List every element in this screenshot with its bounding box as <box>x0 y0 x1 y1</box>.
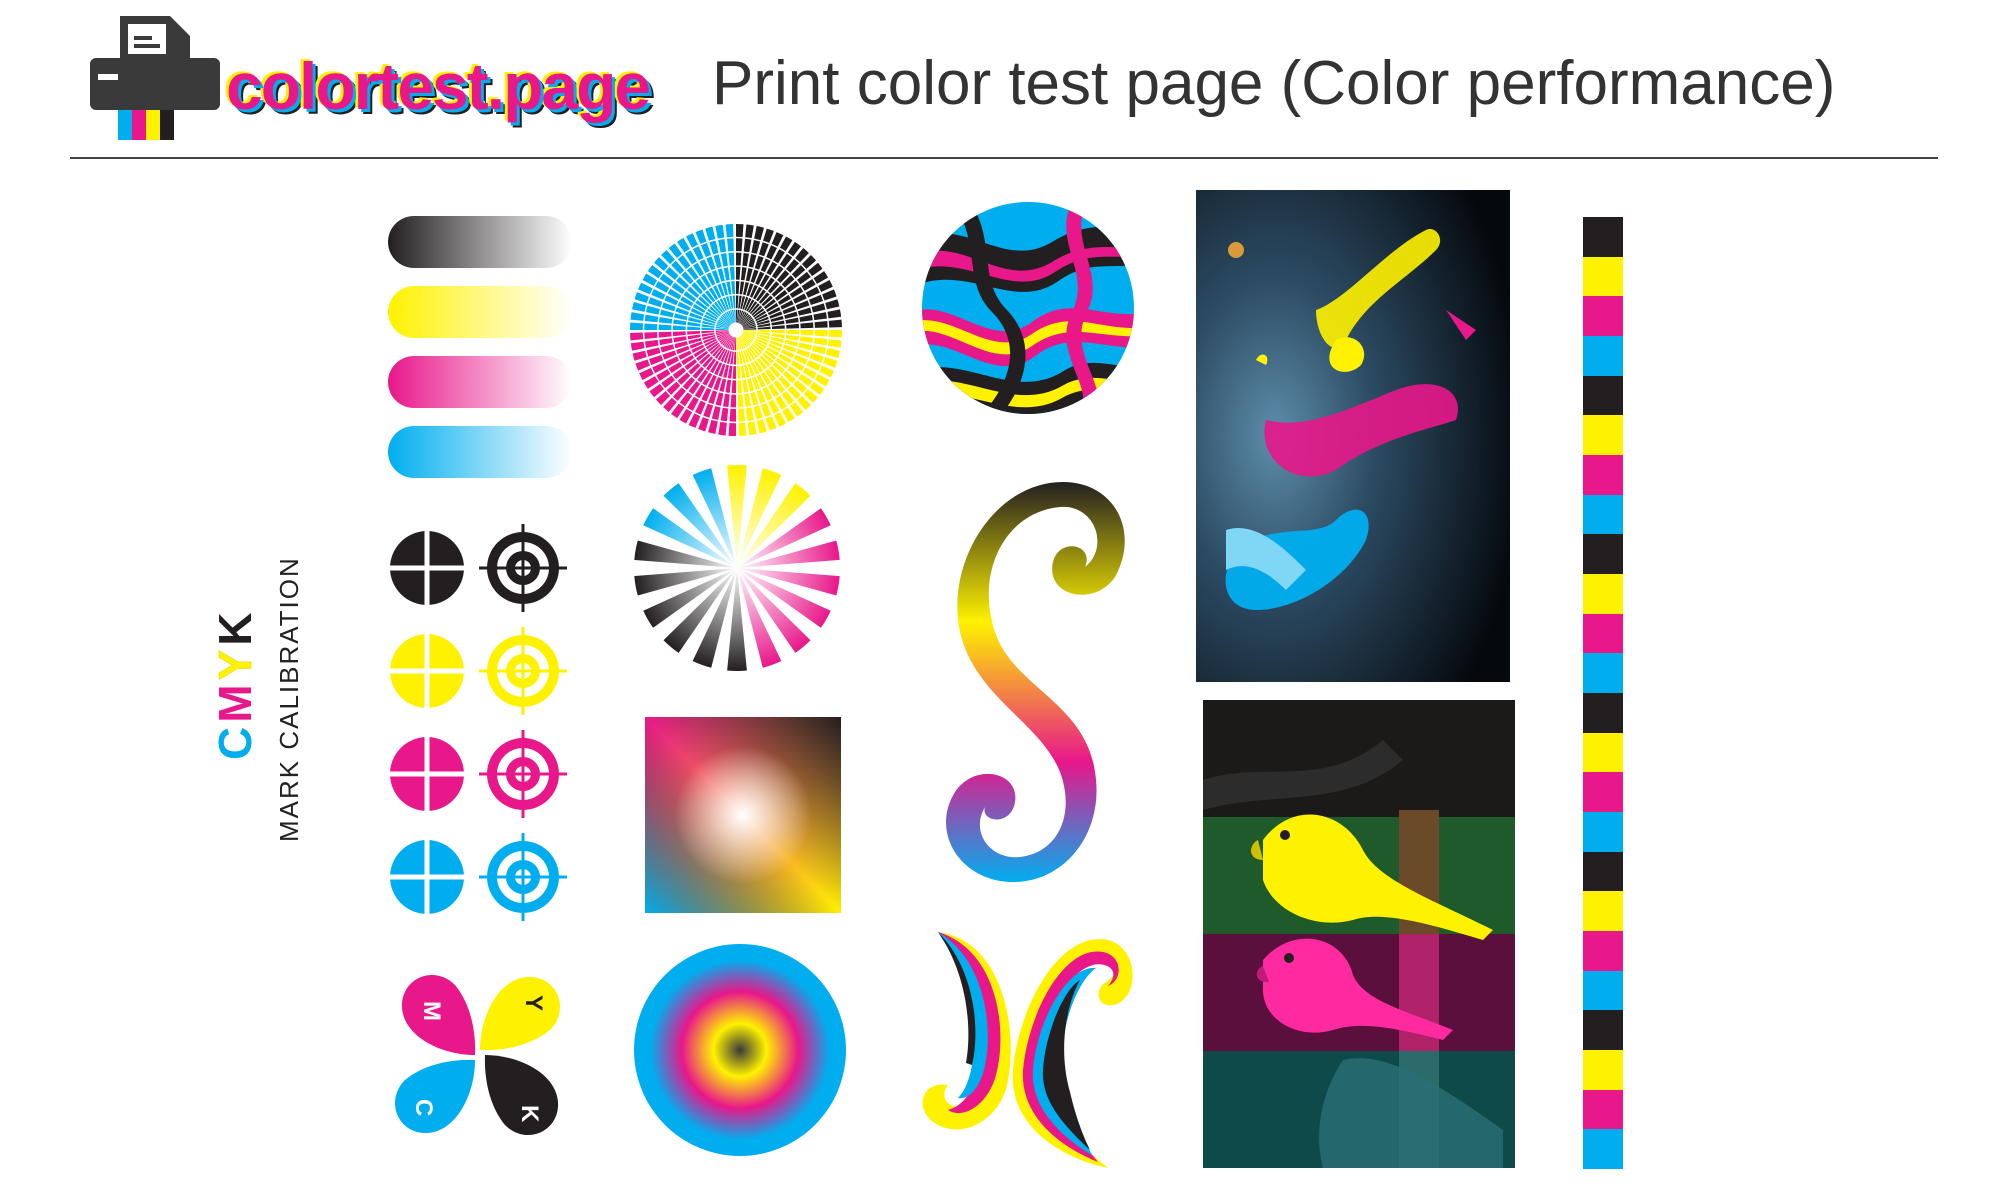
printer-icon <box>90 16 220 140</box>
calibration-mark-magenta <box>388 730 567 818</box>
calibration-mark-cyan <box>388 833 567 921</box>
strip-block-yellow <box>1583 415 1623 456</box>
strip-block-yellow <box>1583 574 1623 615</box>
cmyk-letter-k: K <box>209 608 261 646</box>
calibration-mark-yellow <box>388 627 567 715</box>
strip-block-cyan <box>1583 812 1623 853</box>
cmyk-wave <box>922 932 1133 1168</box>
strip-block-yellow <box>1583 732 1623 773</box>
gradient-bar-black <box>388 216 572 268</box>
strip-block-yellow <box>1583 891 1623 932</box>
strip-block-cyan <box>1583 494 1623 535</box>
spoke-color-wheel <box>634 465 840 671</box>
strip-block-yellow <box>1583 1050 1623 1091</box>
page-title: Print color test page (Color performance… <box>712 49 1836 118</box>
strip-block-magenta <box>1583 1089 1623 1130</box>
strip-block-yellow <box>1583 256 1623 297</box>
calibration-marks <box>388 524 567 921</box>
strip-block-magenta <box>1583 455 1623 496</box>
calibration-mark-black <box>388 524 567 612</box>
strip-block-magenta <box>1583 613 1623 654</box>
cmyk-letter-m: M <box>209 680 261 723</box>
cmyk-flower: M Y C K <box>394 974 561 1136</box>
flower-letter-y: Y <box>520 995 547 1011</box>
photo-parrots <box>1203 700 1515 1168</box>
strip-block-cyan <box>1583 336 1623 377</box>
gradient-bar-cyan <box>388 426 572 478</box>
color-strip <box>1583 217 1623 1170</box>
cmyk-letters: CMYK <box>208 609 262 760</box>
segmented-color-wheel <box>630 224 842 436</box>
cmyk-letter-c: C <box>209 722 261 760</box>
strip-block-black <box>1583 375 1623 416</box>
strip-block-magenta <box>1583 772 1623 813</box>
flower-letter-m: M <box>418 1001 445 1021</box>
strip-block-black <box>1583 534 1623 575</box>
strip-block-black <box>1583 217 1623 258</box>
marble-circle <box>922 202 1134 414</box>
strip-block-cyan <box>1583 970 1623 1011</box>
gradient-swirl <box>946 482 1125 883</box>
strip-block-magenta <box>1583 296 1623 337</box>
cmyk-letter-y: Y <box>209 645 262 681</box>
radial-gradient-circle <box>634 944 846 1156</box>
strip-block-cyan <box>1583 1129 1623 1170</box>
mark-calibration-caption: MARK CALIBRATION <box>274 556 304 842</box>
cmyk-mark-calibration-label: CMYK MARK CALIBRATION <box>208 556 320 850</box>
flower-letter-k: K <box>516 1105 543 1123</box>
strip-block-black <box>1583 851 1623 892</box>
logo-text: colortest.page <box>226 49 651 123</box>
strip-block-black <box>1583 693 1623 734</box>
flower-letter-c: C <box>410 1099 437 1116</box>
strip-block-magenta <box>1583 931 1623 972</box>
strip-block-black <box>1583 1010 1623 1051</box>
cmy-gradient-square <box>645 717 841 913</box>
gradient-bar-yellow <box>388 286 572 338</box>
gradient-bar-magenta <box>388 356 572 408</box>
strip-block-cyan <box>1583 653 1623 694</box>
header-divider <box>70 157 1938 159</box>
photo-abstract-splash <box>1196 190 1510 682</box>
